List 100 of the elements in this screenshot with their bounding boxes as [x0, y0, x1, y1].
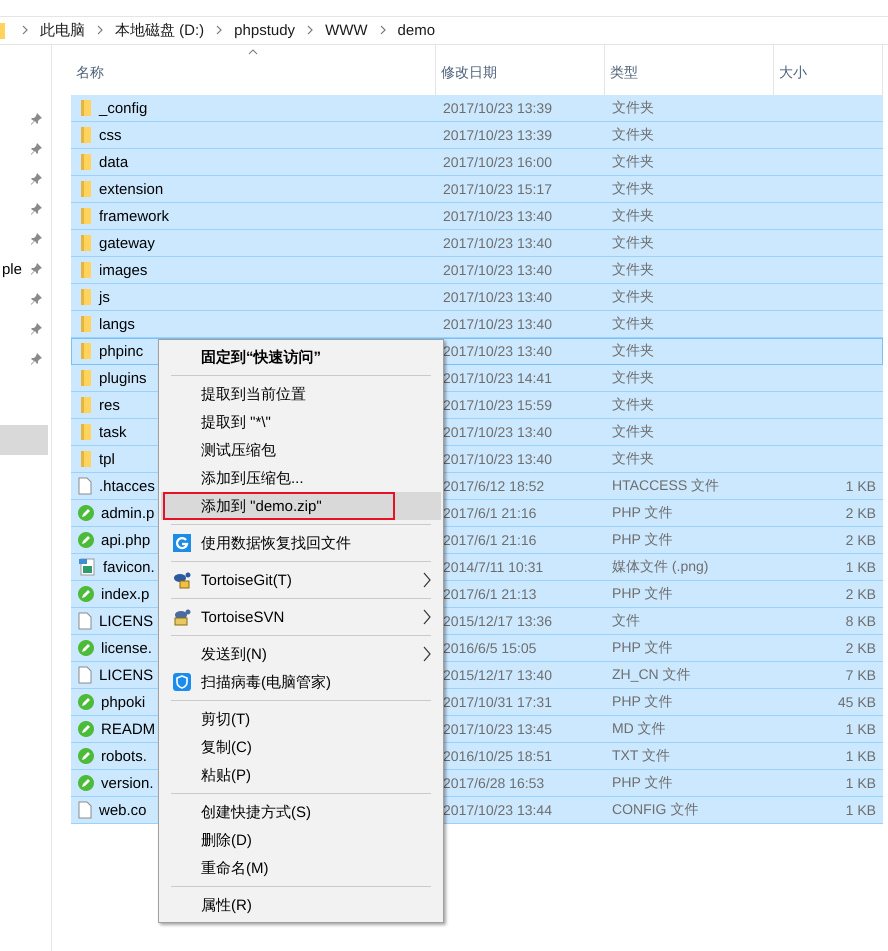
file-name: version.: [101, 774, 154, 792]
turtle-icon: [173, 571, 191, 589]
menu-item[interactable]: 重命名(M): [161, 854, 441, 882]
folder-icon: [78, 181, 92, 197]
nav-item[interactable]: ple: [0, 254, 48, 284]
menu-item[interactable]: 删除(D): [161, 826, 441, 854]
date-cell-text: 2017/10/23 13:40: [442, 423, 553, 442]
file-row[interactable]: data 2017/10/23 16:00 文件夹: [71, 149, 883, 176]
type-cell-text: HTACCESS 文件: [611, 476, 720, 495]
folder-icon: [0, 22, 5, 38]
type-cell-text: MD 文件: [611, 719, 667, 738]
date-cell-text: 2014/7/11 10:31: [442, 558, 544, 577]
file-row[interactable]: images 2017/10/23 13:40 文件夹: [71, 257, 883, 284]
file-row[interactable]: css 2017/10/23 13:39 文件夹: [71, 122, 883, 149]
type-cell-text: 文件夹: [611, 179, 655, 198]
file-name: robots.: [101, 748, 147, 764]
type-cell-text: 媒体文件 (.png): [611, 557, 710, 576]
size-cell-text: 1 KB: [844, 801, 877, 820]
type-cell-text: 文件夹: [611, 233, 655, 252]
breadcrumb-item[interactable]: WWW: [318, 22, 375, 39]
chevron-icon: [21, 24, 29, 34]
chevron-icon: [215, 24, 224, 34]
date-cell-text: 2017/10/23 13:45: [442, 720, 553, 739]
file-row[interactable]: framework 2017/10/23 13:40 文件夹: [71, 203, 883, 230]
pencil-icon: [78, 640, 94, 656]
size-cell-text: 1 KB: [844, 720, 877, 739]
file-name: web.co: [99, 802, 147, 818]
date-cell-text: 2017/10/23 13:40: [442, 207, 553, 226]
pin-icon: [30, 263, 42, 275]
breadcrumb-item[interactable]: demo: [390, 22, 442, 39]
file-name: task: [99, 424, 127, 440]
pin-icon: [30, 293, 42, 305]
file-row[interactable]: _config 2017/10/23 13:39 文件夹: [71, 95, 883, 122]
pin-icon: [30, 353, 42, 365]
menu-item[interactable]: 使用数据恢复找回文件: [161, 529, 441, 557]
file-row[interactable]: gateway 2017/10/23 13:40 文件夹: [71, 230, 883, 257]
breadcrumb-item[interactable]: 此电脑: [33, 21, 92, 40]
folder-icon: [78, 397, 92, 413]
pencil-icon: [78, 586, 94, 602]
menu-item[interactable]: 属性(R): [161, 891, 441, 919]
file-name: LICENS: [99, 666, 154, 684]
size-cell-text: 2 KB: [844, 585, 877, 604]
document-icon: [78, 666, 92, 684]
file-row[interactable]: langs 2017/10/23 13:40 文件夹: [71, 311, 883, 338]
type-cell-text: PHP 文件: [611, 692, 674, 711]
pin-icon: [30, 143, 42, 155]
size-cell-text: 2 KB: [844, 531, 877, 550]
file-name: api.php: [101, 532, 150, 548]
file-name: phpinc: [99, 342, 144, 360]
date-cell-text: 2017/6/12 18:52: [442, 477, 546, 496]
file-name: extension: [99, 180, 164, 198]
file-name: admin.p: [101, 504, 154, 522]
document-icon: [78, 612, 92, 630]
file-name: LICENS: [99, 612, 154, 630]
size-cell-text: 1 KB: [844, 558, 877, 577]
folder-icon: [78, 262, 92, 278]
type-cell-text: CONFIG 文件: [611, 800, 700, 819]
pin-icon: [30, 173, 42, 185]
folder-icon: [78, 235, 92, 251]
date-cell-text: 2017/10/23 16:00: [442, 153, 553, 172]
date-cell-text: 2017/10/23 13:44: [442, 801, 553, 820]
type-cell-text: 文件夹: [611, 98, 655, 117]
pin-icon: [30, 113, 42, 125]
pencil-icon: [78, 721, 94, 737]
folder-icon: [78, 370, 92, 386]
type-cell-text: 文件夹: [611, 125, 655, 144]
turtle-icon: [173, 608, 191, 626]
document-icon: [78, 477, 92, 495]
type-cell-text: 文件夹: [611, 206, 655, 225]
image-file-icon: [78, 558, 96, 576]
date-cell-text: 2015/12/17 13:36: [442, 612, 553, 631]
type-cell-text: TXT 文件: [611, 746, 672, 765]
folder-icon: [78, 208, 92, 224]
folder-icon: [78, 154, 92, 170]
file-name: READM: [101, 720, 156, 738]
date-cell-text: 2017/10/23 13:40: [442, 315, 553, 334]
date-cell-text: 2016/6/5 15:05: [442, 639, 538, 658]
breadcrumb-item[interactable]: phpstudy: [227, 22, 302, 39]
type-cell-text: 文件夹: [611, 260, 655, 279]
size-cell-text: 2 KB: [844, 504, 877, 523]
menu-item[interactable]: 添加到 "demo.zip": [161, 492, 441, 520]
pencil-icon: [78, 532, 94, 548]
size-cell-text: 1 KB: [844, 477, 877, 496]
file-row[interactable]: extension 2017/10/23 15:17 文件夹: [71, 176, 883, 203]
folder-icon: [78, 424, 92, 440]
file-row[interactable]: js 2017/10/23 13:40 文件夹: [71, 284, 883, 311]
date-cell-text: 2017/6/1 21:16: [442, 531, 538, 550]
folder-icon: [78, 451, 92, 467]
breadcrumb-item[interactable]: 本地磁盘 (D:): [108, 21, 212, 40]
date-cell-text: 2017/10/23 15:17: [442, 180, 553, 199]
file-name: data: [99, 154, 128, 170]
type-cell-text: 文件夹: [611, 449, 655, 468]
file-name: tpl: [99, 450, 115, 468]
date-cell-text: 2017/6/1 21:13: [442, 585, 538, 604]
type-cell-text: 文件夹: [611, 422, 655, 441]
file-name: index.p: [101, 586, 150, 602]
file-name: res: [99, 396, 120, 414]
menu-item[interactable]: 创建快捷方式(S): [161, 798, 441, 826]
pencil-icon: [78, 505, 94, 521]
pin-icon: [30, 323, 42, 335]
